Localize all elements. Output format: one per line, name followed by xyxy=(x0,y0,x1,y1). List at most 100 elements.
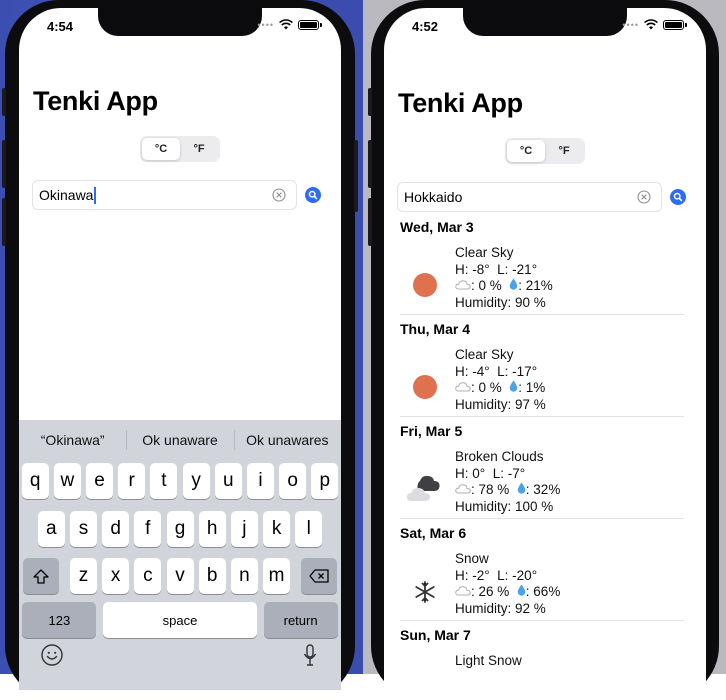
key-y[interactable]: y xyxy=(182,463,210,499)
microphone-icon[interactable] xyxy=(303,644,317,668)
low-temp: L: -21° xyxy=(497,261,538,277)
key-z[interactable]: z xyxy=(69,558,97,594)
backspace-icon xyxy=(309,569,329,583)
space-key[interactable]: space xyxy=(103,602,257,638)
segment-fahrenheit[interactable]: °F xyxy=(545,140,583,162)
mute-switch xyxy=(368,88,372,116)
phone-right: 4:52 •••• Tenki App °C °F Hokkaido Wed, … xyxy=(368,0,719,700)
key-i[interactable]: i xyxy=(246,463,274,499)
shift-key[interactable] xyxy=(23,558,60,594)
clear-icon[interactable] xyxy=(272,188,286,202)
raindrop-icon xyxy=(510,278,518,290)
search-input[interactable]: Okinawa xyxy=(32,180,297,210)
suggestion-item[interactable]: Ok unawares xyxy=(233,430,341,450)
screen-left: 4:54 •••• Tenki App °C °F Okinawa “Okina… xyxy=(19,8,341,700)
screen-right: 4:52 •••• Tenki App °C °F Hokkaido Wed, … xyxy=(384,8,706,700)
delete-key[interactable] xyxy=(300,558,337,594)
broken-clouds-icon xyxy=(406,475,440,501)
key-j[interactable]: j xyxy=(230,511,258,547)
key-b[interactable]: b xyxy=(198,558,226,594)
rain-chance: : 21% xyxy=(518,278,553,293)
notch xyxy=(463,8,627,36)
key-c[interactable]: c xyxy=(134,558,162,594)
cloud-coverage: : 0 % xyxy=(471,278,502,293)
search-input-value: Hokkaido xyxy=(404,189,463,205)
phone-left: 4:54 •••• Tenki App °C °F Okinawa “Okina… xyxy=(2,0,358,700)
humidity-text: Humidity: 90 % xyxy=(455,294,546,310)
battery-icon xyxy=(663,19,687,30)
raindrop-icon xyxy=(517,584,526,596)
suggestion-item[interactable]: “Okinawa” xyxy=(19,432,126,448)
low-temp: L: -17° xyxy=(497,363,538,379)
key-m[interactable]: m xyxy=(263,558,291,594)
segment-celsius[interactable]: °C xyxy=(142,138,180,160)
battery-icon xyxy=(298,19,322,30)
suggestion-item[interactable]: Ok unaware xyxy=(126,430,233,450)
power-button xyxy=(354,140,358,212)
forecast-day: Fri, Mar 5 Broken Clouds H: 0° L: -7° : … xyxy=(384,423,706,525)
divider xyxy=(400,518,684,519)
forecast-details: Broken Clouds H: 0° L: -7° : 78 % : 32% … xyxy=(455,449,560,515)
search-input[interactable]: Hokkaido xyxy=(397,182,662,212)
key-n[interactable]: n xyxy=(230,558,258,594)
key-e[interactable]: e xyxy=(86,463,114,499)
volume-up-button xyxy=(2,140,6,188)
condition-text: Clear Sky xyxy=(455,245,514,260)
key-p[interactable]: p xyxy=(311,463,339,499)
divider xyxy=(400,620,684,621)
clear-icon[interactable] xyxy=(637,190,651,204)
raindrop-icon xyxy=(510,380,518,392)
key-g[interactable]: g xyxy=(166,511,194,547)
cloud-outline-icon xyxy=(455,484,471,494)
forecast-details: Clear Sky H: -8° L: -21° : 0 % : 21% Hum… xyxy=(455,245,553,311)
numbers-key[interactable]: 123 xyxy=(22,602,97,638)
unit-segmented-control[interactable]: °C °F xyxy=(505,138,585,164)
search-icon[interactable] xyxy=(670,189,686,205)
return-key[interactable]: return xyxy=(263,602,338,638)
condition-text: Clear Sky xyxy=(455,347,514,362)
temperature-range: H: -8° L: -21° xyxy=(455,262,553,279)
unit-segmented-control[interactable]: °C °F xyxy=(140,136,220,162)
signal-dots-icon: •••• xyxy=(622,19,639,30)
divider xyxy=(400,314,684,315)
segment-celsius[interactable]: °C xyxy=(507,140,545,162)
high-temp: H: -8° xyxy=(455,261,490,277)
key-f[interactable]: f xyxy=(134,511,162,547)
key-t[interactable]: t xyxy=(150,463,178,499)
page-title: Tenki App xyxy=(398,88,523,118)
key-d[interactable]: d xyxy=(102,511,130,547)
key-s[interactable]: s xyxy=(69,511,97,547)
key-w[interactable]: w xyxy=(53,463,81,499)
key-r[interactable]: r xyxy=(118,463,146,499)
key-a[interactable]: a xyxy=(37,511,65,547)
raindrop-icon xyxy=(517,482,526,494)
key-q[interactable]: q xyxy=(21,463,49,499)
condition-text: Snow xyxy=(455,551,489,566)
forecast-day: Sat, Mar 6 Snow H: -2° L: -20° : 26 % : … xyxy=(384,525,706,627)
keyboard-row-4: 123 space return xyxy=(19,602,341,638)
search-input-value: Okinawa xyxy=(39,187,94,203)
temperature-range: H: -2° L: -20° xyxy=(455,568,560,585)
cloud-outline-icon xyxy=(455,586,471,596)
cloud-coverage: : 26 % xyxy=(471,584,510,599)
search-icon[interactable] xyxy=(305,187,321,203)
humidity-text: Humidity: 100 % xyxy=(455,498,554,514)
key-k[interactable]: k xyxy=(263,511,291,547)
emoji-icon[interactable] xyxy=(41,644,63,666)
keyboard-row-2: a s d f g h j k l xyxy=(19,511,341,547)
text-cursor xyxy=(94,186,97,204)
forecast-date: Thu, Mar 4 xyxy=(400,321,471,337)
humidity-text: Humidity: 92 % xyxy=(455,600,546,616)
key-h[interactable]: h xyxy=(198,511,226,547)
key-u[interactable]: u xyxy=(214,463,242,499)
suggestion-bar: “Okinawa” Ok unaware Ok unawares xyxy=(19,420,341,460)
key-o[interactable]: o xyxy=(279,463,307,499)
segment-fahrenheit[interactable]: °F xyxy=(180,138,218,160)
keyboard: “Okinawa” Ok unaware Ok unawares q w e r… xyxy=(19,420,341,690)
key-x[interactable]: x xyxy=(102,558,130,594)
forecast-date: Wed, Mar 3 xyxy=(400,219,474,235)
key-l[interactable]: l xyxy=(295,511,323,547)
status-time: 4:54 xyxy=(47,19,74,34)
key-v[interactable]: v xyxy=(166,558,194,594)
forecast-date: Fri, Mar 5 xyxy=(400,423,463,439)
